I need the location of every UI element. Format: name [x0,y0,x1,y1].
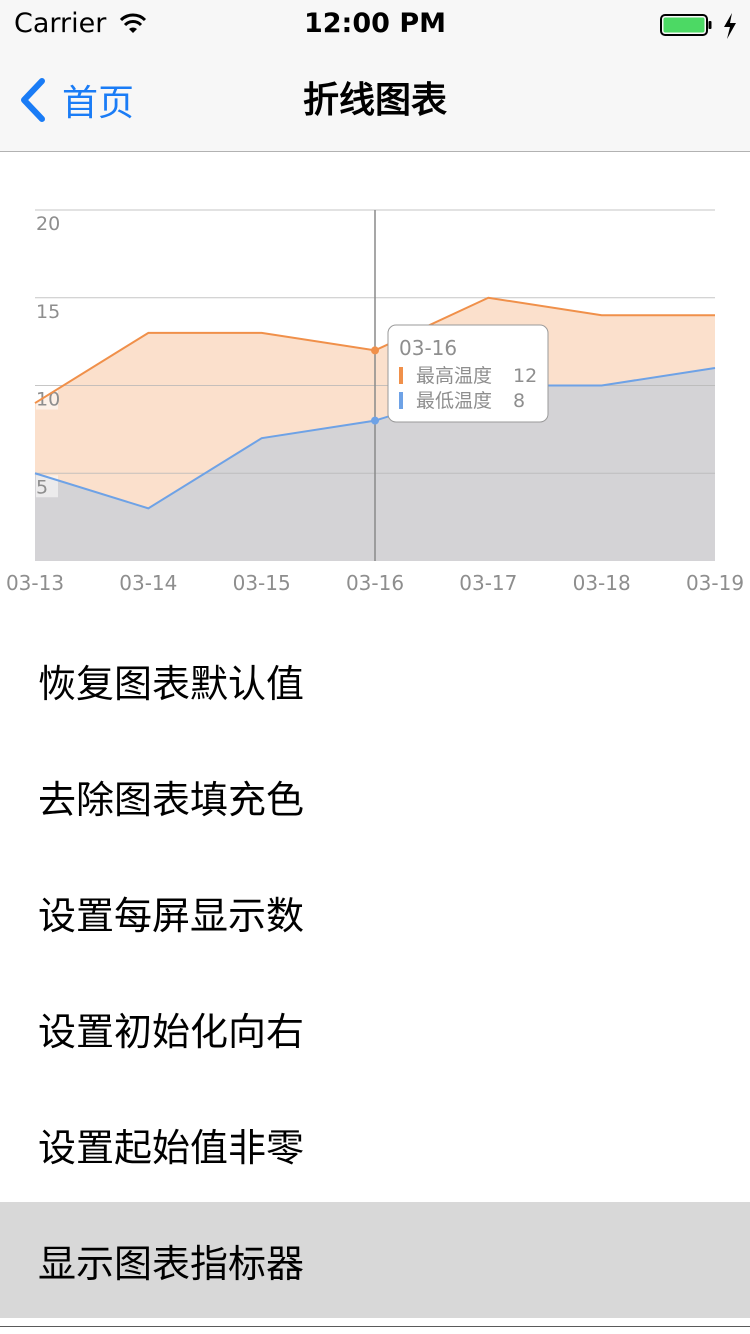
battery-icon [660,14,712,36]
tooltip-series-value: 12 [513,365,537,387]
x-tick-label: 03-18 [573,571,631,595]
menu-item[interactable]: 设置每屏显示数 [0,854,750,970]
bottom-divider [0,1326,750,1327]
x-tick-label: 03-19 [686,571,744,595]
charging-icon [724,13,736,39]
line-area-chart[interactable]: 510152003-13 03-14 03-15 03-16 03-17 03-18 03-… [0,152,750,602]
navigation-bar: 首页 折线图表 [0,50,750,152]
status-time: 12:00 PM [303,8,446,39]
tooltip-title: 03-16 [399,336,457,360]
tooltip-series-name: 最低温度 [416,390,492,412]
menu-item[interactable]: 去除图表填充色 [0,738,750,854]
tooltip-series-name: 最高温度 [416,365,492,387]
tooltip-series-marker [399,367,403,384]
y-tick-label: 15 [36,301,60,323]
low-series-point [371,416,379,425]
menu-item[interactable]: 恢复图表默认值 [0,622,750,738]
y-tick-label: 20 [36,213,60,235]
tooltip-series-value: 8 [513,390,525,412]
high-series-point [371,346,379,355]
status-bar: Carrier 12:00 PM [0,0,750,50]
menu-item[interactable]: 显示图表指标器 [0,1202,750,1318]
x-tick-label: 03-15 [233,571,291,595]
menu-item[interactable]: 设置初始化向右 [0,970,750,1086]
x-tick-label: 03-16 [346,571,404,595]
x-tick-label: 03-13 [6,571,64,595]
x-tick-label: 03-17 [459,571,517,595]
menu-item[interactable]: 设置起始值非零 [0,1086,750,1202]
tooltip-series-marker [399,392,403,409]
x-tick-label: 03-14 [119,571,177,595]
page-title: 折线图表 [302,80,447,121]
y-tick-label: 5 [36,476,48,498]
